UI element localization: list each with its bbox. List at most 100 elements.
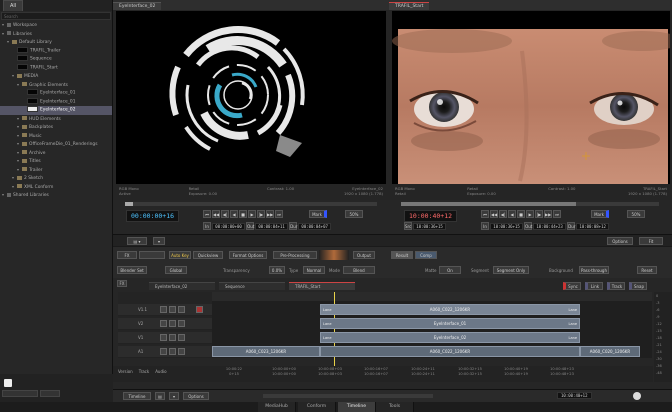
format-options-button[interactable]: Format Options (229, 251, 267, 259)
ruler-mode-label[interactable]: Version (118, 369, 133, 374)
library-item[interactable]: ▾ Graphic Elements (0, 81, 112, 90)
frame-back-icon[interactable]: ◀| (221, 210, 229, 218)
rec-step-back-icon[interactable]: ◀◀ (490, 210, 498, 218)
record-dur-tc[interactable]: 10:00:08+12 (576, 223, 609, 230)
segment-dropdown[interactable]: Segment Only (493, 266, 529, 274)
track-header[interactable]: V2 (118, 318, 212, 330)
eye-icon[interactable] (160, 334, 167, 341)
timecode-ruler[interactable]: Version Track Audio 10:00:22 0+15 10:00:00+0… (113, 366, 653, 382)
timeline-tool-snap[interactable]: Snap (629, 282, 647, 290)
record-icon[interactable] (4, 379, 12, 387)
library-item[interactable]: EyeInterface_02 (0, 106, 112, 115)
go-start-icon[interactable]: ⏮ (203, 210, 211, 218)
mark-in-icon[interactable]: In (203, 222, 211, 230)
library-item[interactable]: ▾ Libraries (0, 30, 112, 39)
rec-go-start-icon[interactable]: ⏮ (481, 210, 489, 218)
source-dur-tc[interactable]: 00:00:04+07 (298, 223, 331, 230)
rec-stop-icon[interactable]: ■ (517, 210, 525, 218)
transparency-field[interactable]: 0.0% (269, 266, 285, 274)
library-item[interactable]: EyeInterface_01 (0, 97, 112, 107)
fit-button[interactable]: Fit (639, 237, 663, 245)
timeline-clip[interactable]: A060_C022_1206KR Lane Lane (320, 304, 580, 315)
source-speed-dropdown[interactable]: 50% (345, 210, 363, 218)
record-mode-button[interactable]: Mark (591, 210, 609, 218)
tools-dropdown-2[interactable]: ▾ (153, 237, 165, 245)
rec-play-reverse-icon[interactable]: ◀ (508, 210, 516, 218)
auto-key-button[interactable]: Auto Key (169, 251, 191, 259)
timeline-tool-track[interactable]: Track (607, 282, 625, 290)
eye-icon[interactable] (160, 320, 167, 327)
mute-icon[interactable] (178, 348, 185, 355)
frame-forward-icon[interactable]: |▶ (257, 210, 265, 218)
result-button[interactable]: Result (391, 251, 413, 259)
sequence-tab[interactable]: TRAFIL_Start (289, 282, 355, 290)
rec-go-end-icon[interactable]: ⏭ (553, 210, 561, 218)
library-item[interactable]: ▾ Music (0, 132, 112, 141)
timeline-dropdown[interactable]: Timeline (123, 392, 151, 400)
source-scrub-bar[interactable] (125, 202, 377, 206)
mode-dropdown[interactable]: Blend (343, 266, 375, 274)
record-viewer-canvas[interactable] (392, 11, 670, 184)
record-viewer-tab[interactable]: TRAFIL_Start (389, 2, 430, 10)
rec-fast-forward-icon[interactable]: ▶▶ (544, 210, 552, 218)
timeline-tool-link[interactable]: Link (585, 282, 603, 290)
library-search-input[interactable]: Search (1, 12, 111, 20)
timeline-clip[interactable]: A060_C023_1206KR (212, 346, 320, 357)
step-back-icon[interactable]: ◀◀ (212, 210, 220, 218)
bottom-icon-button[interactable]: ▤ (155, 392, 165, 400)
play-reverse-icon[interactable]: ◀ (230, 210, 238, 218)
record-scrub-bar[interactable] (401, 202, 659, 206)
library-item[interactable]: ▾ XML Conform (0, 183, 112, 192)
record-in-tc[interactable]: 10:00:36+15 (490, 223, 523, 230)
rec-in-icon[interactable]: In (481, 222, 489, 230)
pre-processing-button[interactable]: Pre-Processing (273, 251, 317, 259)
track-header[interactable]: A1 (118, 346, 212, 358)
mute-icon[interactable] (178, 306, 185, 313)
library-item[interactable]: TRAFIL_Start (0, 63, 112, 73)
timeline-tool-sync[interactable]: Sync (563, 282, 581, 290)
lock-icon[interactable] (169, 348, 176, 355)
main-tab-conform[interactable]: Conform (298, 402, 336, 412)
play-icon[interactable]: ▶ (248, 210, 256, 218)
timeline-zoom-slider[interactable] (263, 394, 433, 398)
mute-icon[interactable] (178, 334, 185, 341)
record-out-tc[interactable]: 10:00:44+23 (533, 223, 566, 230)
record-button-icon[interactable] (633, 392, 641, 400)
fast-forward-icon[interactable]: ▶▶ (266, 210, 274, 218)
eye-icon[interactable] (160, 306, 167, 313)
library-item[interactable]: EyeInterface_01 (0, 89, 112, 98)
bottom-dropdown[interactable]: ▾ (169, 392, 179, 400)
source-mode-button[interactable]: Mark (309, 210, 327, 218)
main-tab-tools[interactable]: Tools (376, 402, 414, 412)
ruler-mode-label[interactable]: Audio (155, 369, 166, 374)
source-in-tc[interactable]: 00:00:00+00 (212, 223, 245, 230)
options-button[interactable]: Options (607, 237, 633, 245)
library-footer-dropdown[interactable] (2, 390, 38, 397)
lock-icon[interactable] (169, 320, 176, 327)
stop-icon[interactable]: ■ (239, 210, 247, 218)
output-button[interactable]: Output (353, 251, 375, 259)
fx-dropdown[interactable] (139, 251, 165, 259)
library-item[interactable]: ▾ Shared Libraries (0, 191, 112, 200)
sequence-tab[interactable]: Sequence (219, 282, 285, 290)
go-end-icon[interactable]: ⏭ (275, 210, 283, 218)
fx-button[interactable]: FX (117, 251, 137, 259)
tools-dropdown-1[interactable]: ▤ ▾ (127, 237, 147, 245)
library-item[interactable]: ▾ HUD Elements (0, 115, 112, 124)
main-tab-timeline[interactable]: Timeline (338, 402, 376, 412)
bottom-options-button[interactable]: Options (183, 392, 209, 400)
timeline-clip[interactable]: EyeInterface_02 Lane Lane (320, 332, 580, 343)
record-speed-dropdown[interactable]: 50% (627, 210, 645, 218)
library-item[interactable]: ▾ OfficeFrameDie_01_Renderings (0, 140, 112, 149)
global-dropdown[interactable]: Global (165, 266, 187, 274)
main-tab-mediahub[interactable]: MediaHub (258, 402, 296, 412)
library-item[interactable]: ▾ Default Library (0, 38, 112, 47)
rec-frame-forward-icon[interactable]: |▶ (535, 210, 543, 218)
rec-src-icon[interactable]: Src (404, 222, 412, 230)
library-item[interactable]: Sequence (0, 55, 112, 64)
rec-out-icon[interactable]: Out (524, 222, 532, 230)
type-dropdown[interactable]: Normal (303, 266, 325, 274)
rec-dur-icon[interactable]: Dur (567, 222, 575, 230)
timeline-clip[interactable]: A060_C022_1206KR (320, 346, 580, 357)
library-item[interactable]: TRAFIL_Trailer (0, 46, 112, 56)
